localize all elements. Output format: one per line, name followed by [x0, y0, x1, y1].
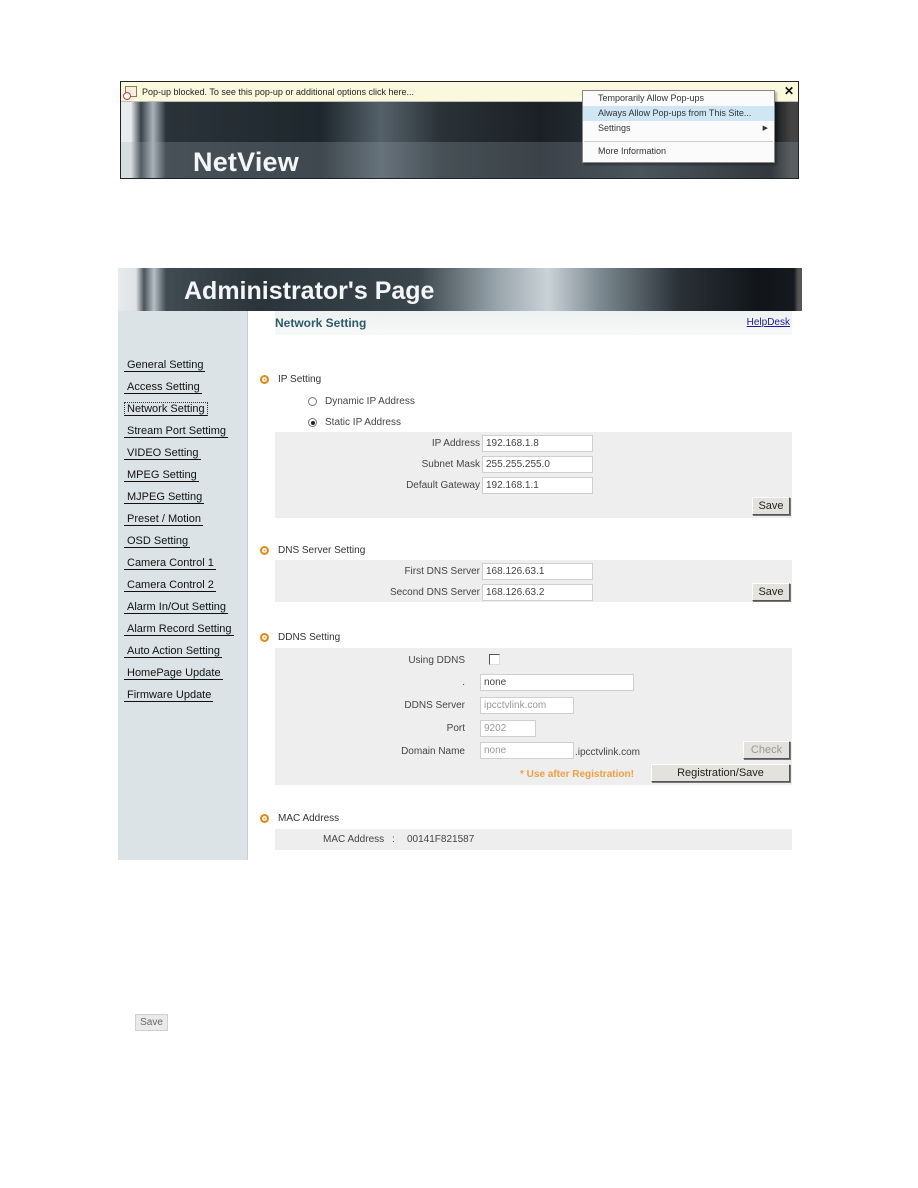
- section-bullet-icon: [260, 375, 269, 384]
- close-icon[interactable]: ✕: [784, 84, 794, 98]
- dns-setting-panel: First DNS Server Second DNS Server Save: [275, 560, 792, 602]
- first-dns-input[interactable]: [482, 563, 593, 580]
- mac-address-panel: MAC Address : 00141F821587: [275, 829, 792, 850]
- default-gateway-input[interactable]: [482, 477, 593, 494]
- first-dns-label: First DNS Server: [404, 566, 480, 577]
- sidebar-item-camera-control-2[interactable]: Camera Control 2: [124, 579, 234, 601]
- page-header: Network Setting HelpDesk: [275, 311, 792, 335]
- second-dns-input[interactable]: [482, 584, 593, 601]
- ddns-dot-label: .: [462, 677, 465, 688]
- sidebar-item-osd-setting[interactable]: OSD Setting: [124, 535, 234, 557]
- sidebar-item-mpeg-setting[interactable]: MPEG Setting: [124, 469, 234, 491]
- dynamic-ip-option[interactable]: Dynamic IP Address: [308, 396, 415, 407]
- mac-address-value: 00141F821587: [407, 834, 475, 845]
- registration-note: * Use after Registration!: [520, 769, 634, 780]
- check-button[interactable]: Check: [743, 741, 790, 759]
- sidebar-item-firmware-update[interactable]: Firmware Update: [124, 689, 234, 711]
- submenu-arrow-icon: ▶: [762, 125, 768, 132]
- save-button-illustration: Save: [135, 1014, 168, 1031]
- registration-save-button[interactable]: Registration/Save: [651, 764, 790, 782]
- page-title: Network Setting: [275, 316, 367, 330]
- port-label: Port: [446, 723, 465, 734]
- sidebar-item-camera-control-1[interactable]: Camera Control 1: [124, 557, 234, 579]
- sidebar-item-preset-motion[interactable]: Preset / Motion: [124, 513, 234, 535]
- sidebar-item-video-setting[interactable]: VIDEO Setting: [124, 447, 234, 469]
- sidebar-item-auto-action-setting[interactable]: Auto Action Setting: [124, 645, 234, 667]
- ip-address-label: IP Address: [431, 438, 480, 449]
- ddns-server-input[interactable]: [480, 697, 574, 714]
- using-ddns-label: Using DDNS: [408, 655, 465, 666]
- dns-setting-section-title: DNS Server Setting: [260, 545, 365, 556]
- popup-blocked-screenshot: Pop-up blocked. To see this pop-up or ad…: [120, 81, 799, 179]
- port-input[interactable]: [480, 720, 536, 737]
- sidebar-item-access-setting[interactable]: Access Setting: [124, 381, 234, 403]
- ddns-setting-panel: Using DDNS . DDNS Server Port Domain Nam…: [275, 648, 792, 785]
- helpdesk-link[interactable]: HelpDesk: [747, 317, 790, 328]
- second-dns-label: Second DNS Server: [389, 587, 480, 598]
- subnet-mask-label: Subnet Mask: [421, 459, 480, 470]
- admin-banner: Administrator's Page: [118, 268, 802, 311]
- dynamic-ip-radio[interactable]: [308, 397, 317, 406]
- domain-name-input[interactable]: [480, 742, 574, 759]
- ip-setting-section-title: IP Setting: [260, 374, 321, 385]
- ddns-dot-input[interactable]: [480, 674, 634, 691]
- sidebar-item-homepage-update[interactable]: HomePage Update: [124, 667, 234, 689]
- menu-item-always-allow[interactable]: Always Allow Pop-ups from This Site...: [583, 106, 774, 121]
- section-bullet-icon: [260, 633, 269, 642]
- ip-address-input[interactable]: [482, 435, 593, 452]
- admin-banner-title: Administrator's Page: [184, 277, 435, 305]
- domain-suffix: .ipcctvlink.com: [575, 747, 641, 758]
- mac-address-section-title: MAC Address: [260, 813, 339, 824]
- sidebar-item-stream-port-setting[interactable]: Stream Port Settimg: [124, 425, 234, 447]
- menu-item-more-information[interactable]: More Information: [583, 144, 774, 159]
- section-bullet-icon: [260, 814, 269, 823]
- ip-setting-panel: IP Address Subnet Mask Default Gateway S…: [275, 432, 792, 518]
- sidebar-item-network-setting[interactable]: Network Setting: [124, 402, 234, 425]
- section-bullet-icon: [260, 546, 269, 555]
- default-gateway-label: Default Gateway: [406, 480, 480, 491]
- ddns-server-label: DDNS Server: [404, 700, 465, 711]
- admin-page-screenshot: Administrator's Page General Setting Acc…: [118, 268, 802, 863]
- mac-address-label: MAC Address: [323, 834, 385, 845]
- sidebar: General Setting Access Setting Network S…: [118, 311, 248, 860]
- ddns-setting-section-title: DDNS Setting: [260, 632, 340, 643]
- sidebar-item-alarm-in-out-setting[interactable]: Alarm In/Out Setting: [124, 601, 234, 623]
- sidebar-item-alarm-record-setting[interactable]: Alarm Record Setting: [124, 623, 234, 645]
- sidebar-item-general-setting[interactable]: General Setting: [124, 359, 234, 381]
- infobar-text: Pop-up blocked. To see this pop-up or ad…: [142, 86, 414, 97]
- sidebar-item-mjpeg-setting[interactable]: MJPEG Setting: [124, 491, 234, 513]
- static-ip-radio[interactable]: [308, 418, 317, 427]
- popup-options-menu: Temporarily Allow Pop-ups Always Allow P…: [582, 90, 775, 163]
- menu-item-temporarily-allow[interactable]: Temporarily Allow Pop-ups: [583, 91, 774, 106]
- static-ip-option[interactable]: Static IP Address: [308, 417, 401, 428]
- sidebar-nav: General Setting Access Setting Network S…: [124, 359, 234, 711]
- dns-save-button[interactable]: Save: [752, 583, 790, 601]
- main-content: Network Setting HelpDesk IP Setting Dyna…: [260, 311, 792, 850]
- menu-item-settings[interactable]: Settings ▶: [583, 121, 774, 136]
- using-ddns-checkbox[interactable]: [489, 654, 500, 665]
- subnet-mask-input[interactable]: [482, 456, 593, 473]
- popup-blocked-icon: [123, 86, 137, 100]
- ip-save-button[interactable]: Save: [752, 497, 790, 515]
- domain-name-label: Domain Name: [401, 746, 465, 757]
- menu-separator: [584, 141, 773, 142]
- banner-title: NetView: [193, 147, 299, 177]
- mac-address-separator: :: [392, 834, 395, 845]
